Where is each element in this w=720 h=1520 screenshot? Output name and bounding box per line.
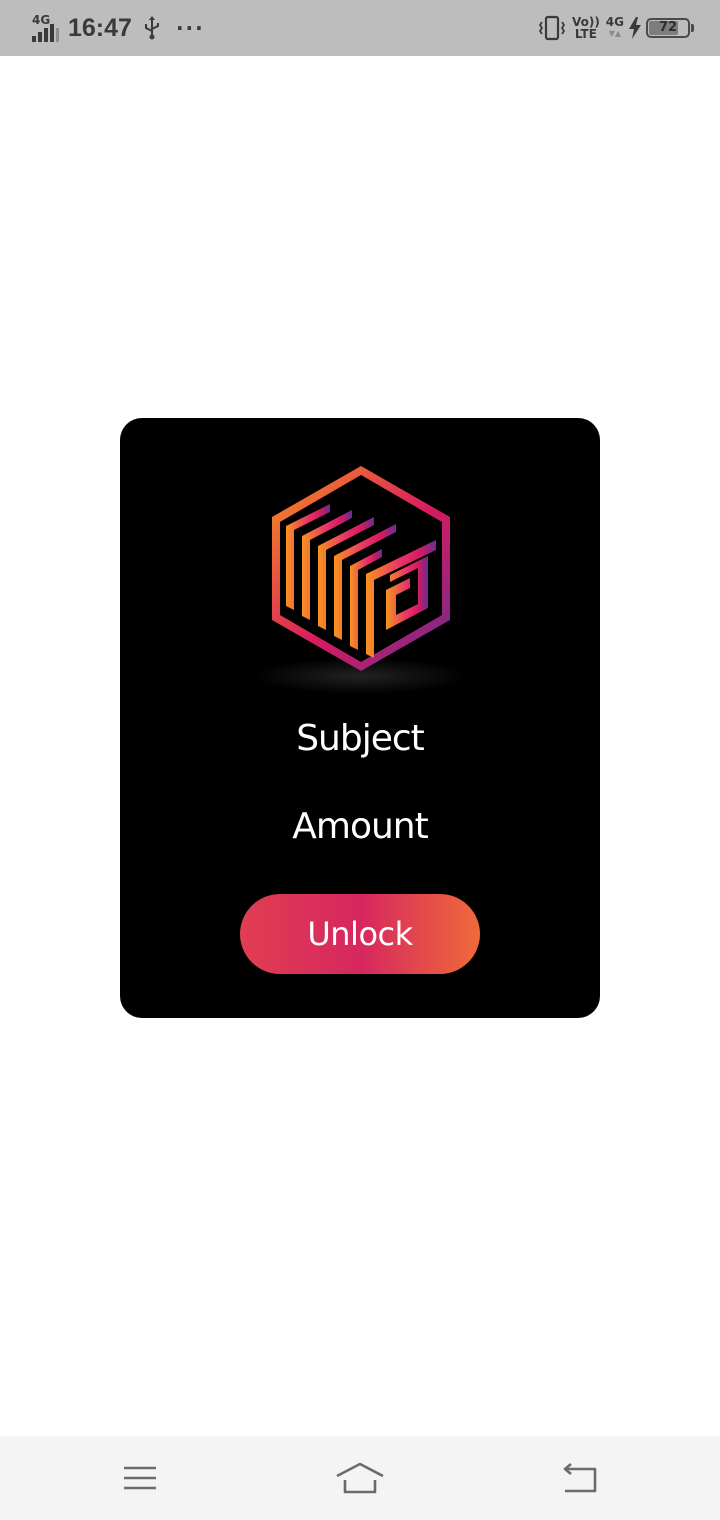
battery-tip [691,24,694,32]
back-button[interactable] [550,1456,610,1500]
data-type-label: 4G [605,15,624,29]
status-bar-left: 4G 16:47 ··· [30,12,205,44]
network-indicator: 4G [30,14,60,42]
signal-icon [32,24,59,42]
subject-label: Subject [296,718,425,759]
menu-button[interactable] [110,1456,170,1500]
unlock-button[interactable]: Unlock [240,894,480,974]
charging-bolt-icon [629,17,641,39]
more-notifications-icon: ··· [175,16,205,40]
volte-indicator: Vo)) LTE [572,16,600,40]
home-icon [336,1462,384,1494]
clock: 16:47 [68,13,132,42]
navigation-bar [0,1436,720,1520]
vibrate-icon [538,15,566,41]
status-bar: 4G 16:47 ··· Vo)) LTE 4G ▼▲ 72 [0,0,720,56]
battery-icon: 72 [646,18,694,38]
usb-icon [144,16,159,40]
data-indicator: 4G ▼▲ [606,16,624,40]
back-icon [563,1463,597,1493]
home-button[interactable] [330,1456,390,1500]
battery-level: 72 [658,20,678,35]
status-bar-right: Vo)) LTE 4G ▼▲ 72 [538,12,694,44]
amount-label: Amount [292,806,428,847]
menu-icon [124,1466,156,1490]
volte-bottom-label: LTE [574,27,597,41]
hexagon-mg-logo [252,466,468,694]
data-activity-arrows: ▼▲ [608,29,622,38]
